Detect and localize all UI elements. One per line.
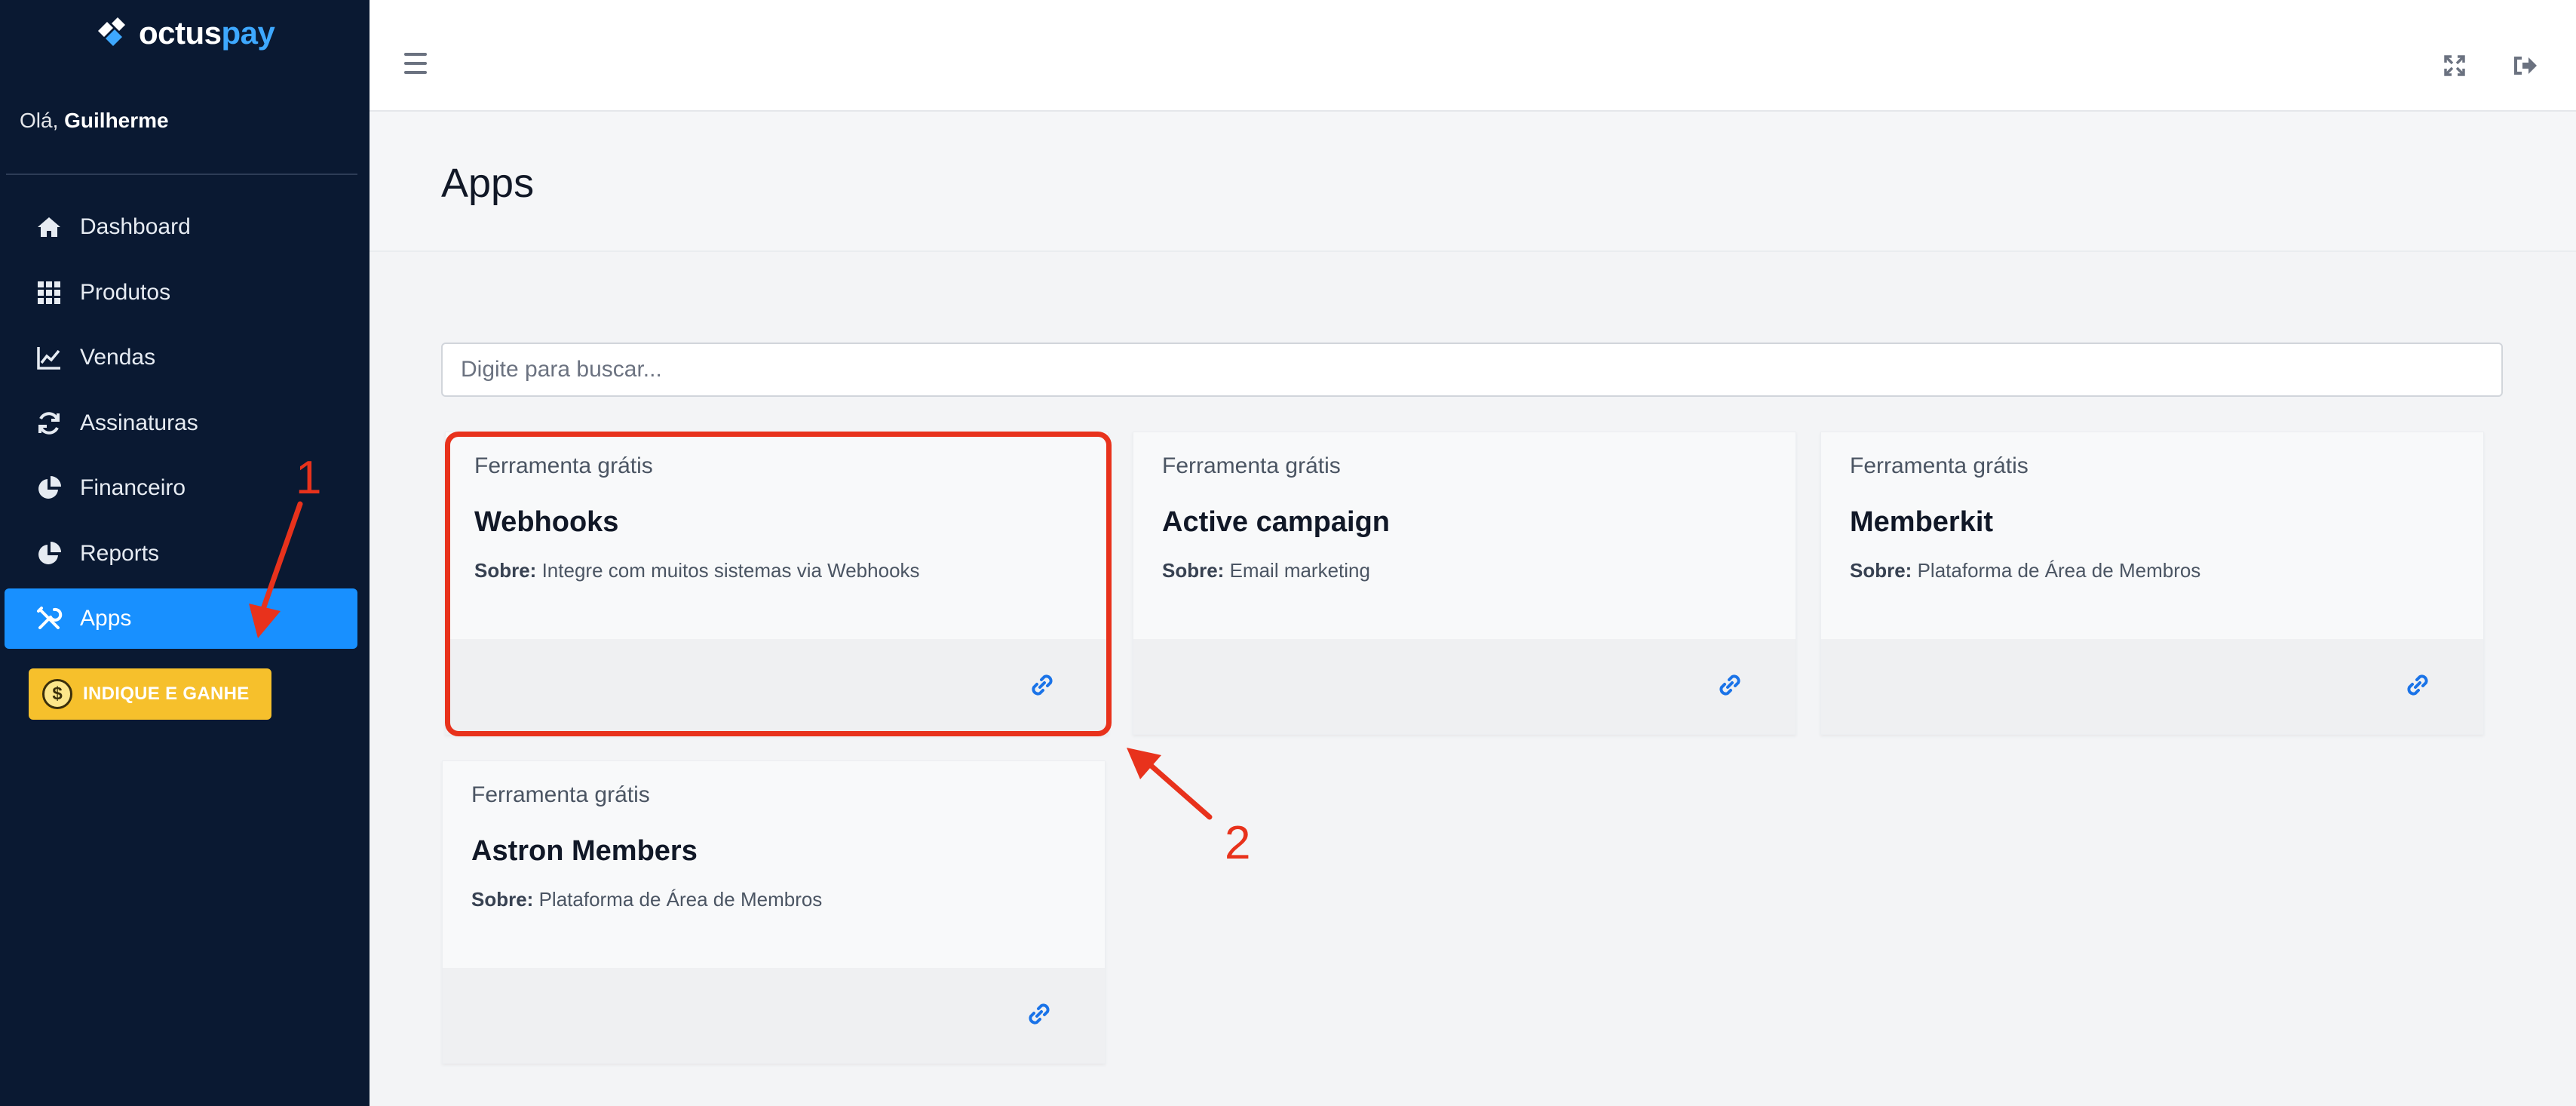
app-tag: Ferramenta grátis — [1850, 453, 2029, 478]
page-header: Apps — [370, 112, 2576, 252]
sidebar-item-reports[interactable]: Reports — [5, 524, 357, 584]
line-chart-icon — [35, 343, 63, 372]
app-name: Active campaign — [1162, 506, 1390, 538]
app-about: Sobre: Integre com muitos sistemas via W… — [474, 559, 920, 582]
app-card-webhooks[interactable]: Ferramenta grátis Webhooks Sobre: Integr… — [445, 432, 1109, 735]
fullscreen-icon[interactable] — [2443, 54, 2466, 77]
app-name: Memberkit — [1850, 506, 1994, 538]
app-about: Sobre: Email marketing — [1162, 559, 1370, 582]
link-icon[interactable] — [2405, 672, 2432, 699]
hamburger-menu-icon[interactable] — [404, 53, 427, 74]
sidebar-item-dashboard[interactable]: Dashboard — [5, 197, 357, 257]
sidebar-item-apps[interactable]: Apps — [5, 588, 357, 649]
brand-name: octuspay — [139, 15, 275, 51]
sidebar-item-label: Reports — [80, 540, 160, 566]
user-name: Guilherme — [64, 109, 169, 132]
app-card-astron-members[interactable]: Ferramenta grátis Astron Members Sobre: … — [442, 760, 1106, 1064]
user-greeting: Olá, Guilherme — [20, 109, 169, 133]
app-tag: Ferramenta grátis — [471, 782, 650, 807]
tools-icon — [35, 604, 63, 633]
app-tag: Ferramenta grátis — [1162, 453, 1341, 478]
app-card-memberkit[interactable]: Ferramenta grátis Memberkit Sobre: Plata… — [1820, 432, 2484, 735]
sidebar-item-label: Vendas — [80, 345, 156, 370]
sidebar-item-label: Apps — [80, 606, 132, 631]
link-icon[interactable] — [1717, 672, 1744, 699]
sidebar-item-label: Financeiro — [80, 475, 186, 500]
annotation-number-2: 2 — [1225, 817, 1251, 869]
sidebar-item-label: Assinaturas — [80, 410, 198, 435]
sidebar-nav: Dashboard Produtos Vendas Assinaturas Fi… — [5, 197, 357, 654]
app-card-footer — [446, 639, 1108, 734]
app-name: Astron Members — [471, 835, 698, 867]
app-name: Webhooks — [474, 506, 619, 538]
topbar — [370, 0, 2576, 112]
pie-chart-icon — [35, 474, 63, 502]
page-title: Apps — [441, 161, 535, 206]
sidebar-item-label: Produtos — [80, 279, 171, 305]
refer-and-earn-label: INDIQUE E GANHE — [83, 684, 250, 704]
greeting-prefix: Olá, — [20, 109, 65, 132]
brand-logo[interactable]: octuspay — [92, 11, 275, 56]
app-card-footer — [443, 968, 1105, 1063]
app-card-active-campaign[interactable]: Ferramenta grátis Active campaign Sobre:… — [1133, 432, 1796, 735]
link-icon[interactable] — [1029, 672, 1056, 699]
app-about: Sobre: Plataforma de Área de Membros — [471, 888, 823, 911]
octuspay-logo-icon — [98, 17, 125, 46]
coin-icon: $ — [42, 679, 72, 709]
app-about: Sobre: Plataforma de Área de Membros — [1850, 559, 2201, 582]
sidebar-item-assinaturas[interactable]: Assinaturas — [5, 393, 357, 453]
pie-chart-icon — [35, 539, 63, 568]
app-card-footer — [1821, 639, 2483, 734]
sidebar-divider — [6, 174, 357, 175]
annotation-number-1: 1 — [296, 452, 322, 504]
sidebar-item-produtos[interactable]: Produtos — [5, 263, 357, 323]
app-card-footer — [1133, 639, 1796, 734]
grid-icon — [35, 278, 63, 307]
link-icon[interactable] — [1026, 1001, 1053, 1028]
sidebar-item-label: Dashboard — [80, 214, 191, 239]
home-icon — [35, 213, 63, 241]
search-input[interactable] — [441, 343, 2503, 397]
sidebar: octuspay Olá, Guilherme Dashboard Produt… — [0, 0, 370, 1106]
logout-icon[interactable] — [2513, 54, 2538, 77]
sidebar-item-vendas[interactable]: Vendas — [5, 327, 357, 388]
app-tag: Ferramenta grátis — [474, 453, 653, 478]
sync-icon — [35, 409, 63, 438]
refer-and-earn-button[interactable]: $ INDIQUE E GANHE — [29, 668, 271, 720]
